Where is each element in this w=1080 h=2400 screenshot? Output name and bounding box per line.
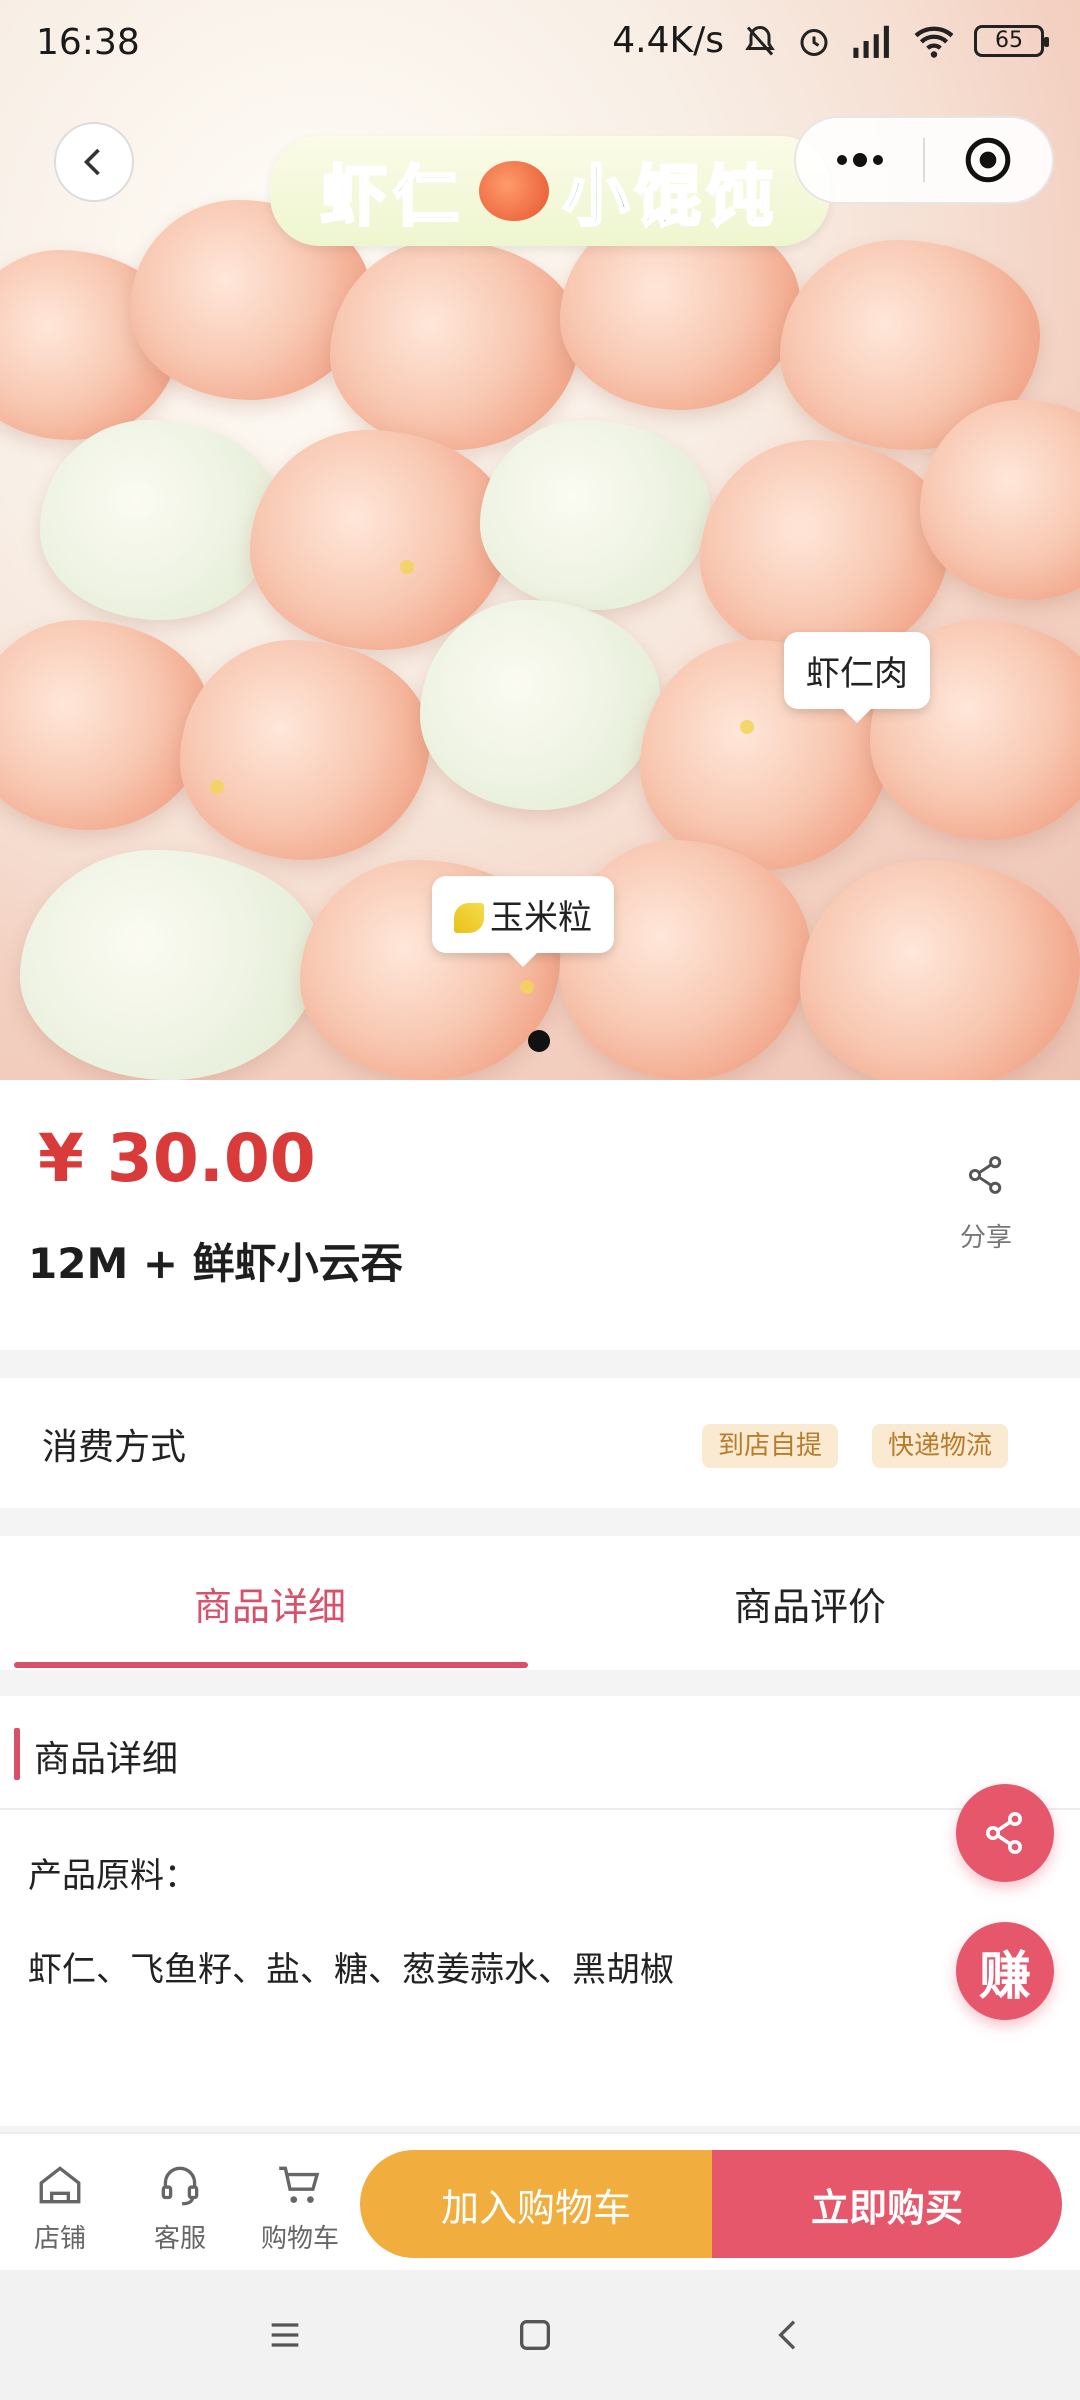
product-price: ¥ 30.00 bbox=[38, 1120, 316, 1197]
buy-now-button[interactable]: 立即购买 bbox=[712, 2150, 1062, 2258]
close-mini-program-button[interactable] bbox=[925, 116, 1052, 204]
store-icon bbox=[39, 2166, 81, 2204]
tag-corn: 玉米粒 bbox=[432, 876, 614, 967]
back-arrow-icon bbox=[778, 2320, 796, 2350]
materials-value: 虾仁、飞鱼籽、盐、糖、葱姜蒜水、黑胡椒 bbox=[28, 1950, 674, 1990]
detail-section: 商品详细 产品原料： 虾仁、飞鱼籽、盐、糖、葱姜蒜水、黑胡椒 bbox=[0, 1696, 1080, 2126]
nav-service[interactable]: 客服 bbox=[130, 2154, 230, 2255]
nav-cart[interactable]: 购物车 bbox=[250, 2154, 350, 2255]
more-dots-icon bbox=[836, 153, 883, 167]
banner-text-left: 虾仁 bbox=[320, 157, 465, 237]
chip-delivery[interactable]: 快递物流 bbox=[872, 1424, 1009, 1468]
corn-icon bbox=[454, 903, 484, 933]
target-icon bbox=[966, 137, 1011, 183]
menu-nav-button[interactable] bbox=[250, 2300, 320, 2370]
status-bar: 16:38 4.4K/s 65 bbox=[0, 0, 1080, 88]
battery-indicator: 65 bbox=[974, 24, 1049, 57]
mini-program-capsule bbox=[794, 116, 1054, 204]
more-button[interactable] bbox=[796, 116, 923, 204]
tab-active-indicator bbox=[14, 1662, 528, 1668]
carousel-indicator bbox=[528, 1030, 550, 1052]
detail-section-title: 商品详细 bbox=[34, 1739, 179, 1780]
tag-shrimp: 虾仁肉 bbox=[784, 632, 930, 723]
status-time: 16:38 bbox=[36, 22, 140, 63]
back-button[interactable] bbox=[54, 122, 134, 202]
network-speed: 4.4K/s bbox=[612, 20, 724, 61]
shrimp-icon bbox=[479, 161, 549, 221]
nav-store-label: 店铺 bbox=[33, 2224, 86, 2254]
tab-reviews[interactable]: 商品评价 bbox=[540, 1576, 1080, 1631]
tab-details[interactable]: 商品详细 bbox=[0, 1576, 540, 1631]
home-nav-button[interactable] bbox=[500, 2300, 570, 2370]
detail-tabs: 商品详细 商品评价 bbox=[0, 1536, 1080, 1670]
tag-corn-label: 玉米粒 bbox=[490, 898, 592, 938]
product-title: 12M + 鲜虾小云吞 bbox=[28, 1239, 403, 1288]
product-banner: 虾仁 小馄饨 bbox=[270, 136, 830, 246]
nav-store[interactable]: 店铺 bbox=[10, 2154, 110, 2255]
status-icons: 4.4K/s 65 bbox=[612, 20, 1049, 61]
consume-method-label: 消费方式 bbox=[42, 1427, 187, 1468]
headset-icon bbox=[161, 2166, 199, 2206]
share-icon bbox=[968, 1156, 1002, 1194]
menu-icon bbox=[271, 2323, 299, 2347]
back-nav-button[interactable] bbox=[754, 2300, 824, 2370]
nav-cart-label: 购物车 bbox=[260, 2224, 339, 2254]
add-to-cart-button[interactable]: 加入购物车 bbox=[360, 2150, 712, 2258]
signal-icon bbox=[853, 25, 889, 58]
detail-header: 商品详细 bbox=[0, 1696, 1080, 1810]
materials-label: 产品原料： bbox=[28, 1856, 198, 1896]
floating-share-button[interactable] bbox=[956, 1784, 1054, 1882]
bottom-action-bar: 店铺 客服 购物车 加入购物车 立即购买 bbox=[0, 2132, 1080, 2270]
floating-earn-button[interactable]: 赚 bbox=[956, 1922, 1054, 2020]
system-nav-bar bbox=[0, 2270, 1080, 2400]
section-accent-bar bbox=[14, 1728, 20, 1780]
share-button[interactable]: 分享 bbox=[950, 1150, 1022, 1254]
share-icon bbox=[986, 1812, 1022, 1854]
home-square-icon bbox=[520, 2320, 550, 2350]
chevron-left-icon bbox=[83, 148, 100, 176]
earn-label: 赚 bbox=[978, 1946, 1031, 2007]
cart-icon bbox=[279, 2166, 320, 2203]
nav-service-label: 客服 bbox=[153, 2224, 206, 2254]
chip-pickup[interactable]: 到店自提 bbox=[702, 1424, 839, 1468]
price-card: ¥ 30.00 12M + 鲜虾小云吞 bbox=[0, 1080, 1080, 1350]
wifi-icon bbox=[914, 26, 954, 58]
share-label: 分享 bbox=[959, 1223, 1012, 1253]
alarm-icon bbox=[800, 28, 828, 56]
mute-bell-icon bbox=[745, 25, 775, 55]
consume-method-row: 消费方式 到店自提 快递物流 bbox=[0, 1378, 1080, 1508]
banner-text-right: 小馄饨 bbox=[562, 157, 779, 237]
tag-shrimp-label: 虾仁肉 bbox=[806, 654, 908, 694]
